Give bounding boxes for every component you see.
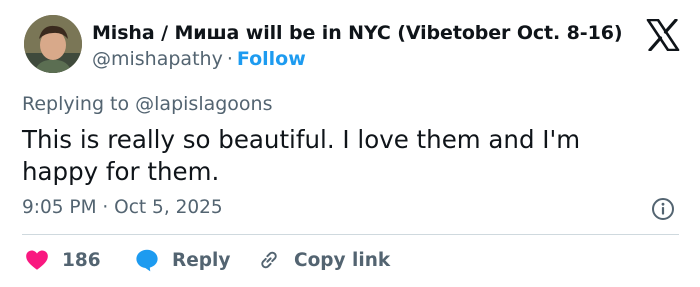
- author-display-name[interactable]: Misha / Миша will be in NYC (Vibetober O…: [92, 22, 623, 44]
- follow-button[interactable]: Follow: [237, 48, 306, 70]
- replying-to-label[interactable]: Replying to @lapislagoons: [22, 93, 273, 115]
- like-button[interactable]: 186: [24, 246, 101, 274]
- x-logo-icon[interactable]: [646, 18, 680, 52]
- divider: [22, 234, 679, 235]
- info-icon[interactable]: [651, 197, 675, 221]
- like-count: 186: [62, 249, 101, 271]
- author-handle[interactable]: @mishapathy: [92, 48, 223, 70]
- link-icon: [256, 247, 282, 273]
- copy-link-label: Copy link: [294, 249, 391, 271]
- tweet-timestamp[interactable]: 9:05 PM · Oct 5, 2025: [22, 197, 223, 218]
- speech-bubble-icon: [134, 247, 160, 273]
- avatar[interactable]: [24, 15, 82, 73]
- tweet-text: This is really so beautiful. I love them…: [22, 125, 581, 186]
- separator-dot: ·: [226, 48, 233, 70]
- reply-button[interactable]: Reply: [134, 246, 230, 274]
- copy-link-button[interactable]: Copy link: [256, 246, 390, 274]
- heart-icon: [24, 247, 50, 273]
- handle-row: @mishapathy · Follow: [92, 48, 306, 70]
- reply-label: Reply: [172, 249, 231, 271]
